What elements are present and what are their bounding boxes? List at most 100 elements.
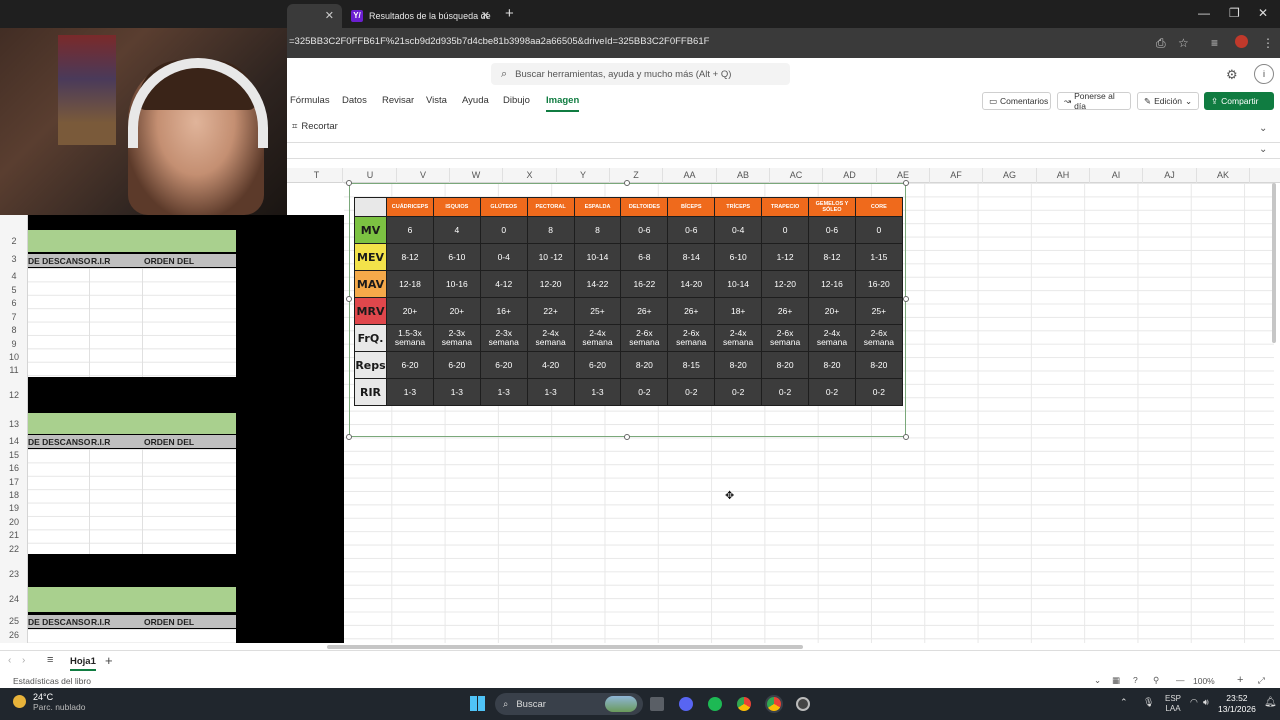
menu-ayuda[interactable]: Ayuda bbox=[462, 95, 489, 106]
editing-mode-button[interactable]: ✎ Edición ⌄ bbox=[1137, 92, 1199, 110]
settings-gear-icon[interactable]: ⚙ bbox=[1226, 67, 1238, 83]
notifications-icon[interactable]: 🔔︎ bbox=[1264, 697, 1277, 709]
help-icon[interactable]: ? bbox=[1133, 675, 1138, 685]
browser-tab-search[interactable]: Y/ Resultados de la búsqueda de ✕ bbox=[343, 4, 498, 28]
row-header[interactable]: 6 bbox=[0, 298, 28, 308]
column-header[interactable]: AH bbox=[1037, 168, 1090, 183]
row-header[interactable]: 10 bbox=[0, 352, 28, 362]
menu-revisar[interactable]: Revisar bbox=[382, 95, 414, 106]
language-indicator[interactable]: ESP LAA bbox=[1165, 694, 1181, 714]
zoom-in-icon[interactable]: + bbox=[1237, 674, 1243, 686]
window-close-icon[interactable]: ✕ bbox=[1258, 6, 1268, 20]
vertical-scrollbar[interactable] bbox=[1272, 183, 1276, 343]
taskbar-search[interactable]: ⌕ Buscar bbox=[495, 693, 643, 715]
comments-button[interactable]: ▭ Comentarios bbox=[982, 92, 1051, 110]
volume-table-image[interactable]: CUÁDRICEPS ISQUIOS GLÚTEOS PECTORAL ESPALDA D… bbox=[354, 197, 903, 406]
resize-handle[interactable] bbox=[903, 434, 909, 440]
row-header[interactable]: 9 bbox=[0, 339, 28, 349]
menu-dibujo[interactable]: Dibujo bbox=[503, 95, 530, 106]
column-header[interactable]: AC bbox=[770, 168, 823, 183]
row-header[interactable]: 3 bbox=[0, 254, 28, 264]
all-sheets-icon[interactable]: ≡ bbox=[47, 654, 53, 666]
row-header[interactable]: 18 bbox=[0, 490, 28, 500]
column-header[interactable]: U bbox=[344, 168, 397, 183]
column-header[interactable]: AJ bbox=[1143, 168, 1197, 183]
resize-handle[interactable] bbox=[346, 296, 352, 302]
data-block[interactable] bbox=[28, 449, 236, 554]
excel-search-box[interactable]: ⌕ Buscar herramientas, ayuda y mucho más… bbox=[491, 63, 790, 85]
tray-chevron-icon[interactable]: ⌃ bbox=[1120, 697, 1128, 708]
media-control-icon[interactable]: ≡ bbox=[1211, 36, 1218, 50]
resize-handle[interactable] bbox=[903, 296, 909, 302]
row-header[interactable]: 2 bbox=[0, 236, 28, 246]
row-header[interactable]: 14 bbox=[0, 436, 28, 446]
column-header[interactable]: AK bbox=[1197, 168, 1250, 183]
column-header[interactable]: AI bbox=[1090, 168, 1143, 183]
column-header[interactable]: AG bbox=[983, 168, 1037, 183]
workbook-stats[interactable]: Estadísticas del libro bbox=[13, 676, 91, 686]
resize-handle[interactable] bbox=[346, 434, 352, 440]
taskbar-clock[interactable]: 23:52 13/1/2026 bbox=[1218, 693, 1256, 715]
share-button[interactable]: ⇪ Compartir bbox=[1204, 92, 1274, 110]
new-tab-icon[interactable]: + bbox=[505, 5, 514, 22]
column-header[interactable]: AF bbox=[930, 168, 983, 183]
sheet-tab-hoja1[interactable]: Hoja1 bbox=[70, 656, 96, 671]
close-tab-icon[interactable]: ✕ bbox=[481, 9, 490, 22]
resize-handle[interactable] bbox=[346, 180, 352, 186]
column-header[interactable]: V bbox=[397, 168, 450, 183]
discord-icon[interactable] bbox=[679, 697, 693, 711]
row-header[interactable]: 21 bbox=[0, 530, 28, 540]
volume-icon[interactable]: 🔊︎ bbox=[1203, 697, 1209, 708]
chevron-down-icon[interactable]: ⌄ bbox=[1094, 675, 1101, 686]
browser-tab-active[interactable]: ✕ bbox=[287, 4, 342, 28]
formula-bar[interactable] bbox=[287, 143, 1280, 159]
data-block[interactable] bbox=[28, 629, 236, 643]
column-header[interactable]: Y bbox=[557, 168, 610, 183]
menu-formulas[interactable]: Fórmulas bbox=[290, 95, 330, 106]
spotify-icon[interactable] bbox=[708, 697, 722, 711]
add-sheet-icon[interactable]: + bbox=[105, 653, 113, 668]
column-header[interactable]: W bbox=[450, 168, 503, 183]
windows-start-icon[interactable] bbox=[470, 696, 485, 711]
column-header[interactable]: X bbox=[503, 168, 557, 183]
page-view-icon[interactable]: ⚲ bbox=[1153, 675, 1159, 686]
normal-view-icon[interactable]: ▦ bbox=[1112, 675, 1120, 686]
url-text[interactable]: =325BB3C2F0FFB61F%21scb9d2d935b7d4cbe81b… bbox=[289, 36, 709, 47]
app-icon[interactable] bbox=[796, 697, 810, 711]
menu-imagen[interactable]: Imagen bbox=[546, 95, 580, 112]
browser-menu-icon[interactable]: ⋮ bbox=[1262, 36, 1274, 50]
menu-vista[interactable]: Vista bbox=[426, 95, 447, 106]
row-header[interactable]: 4 bbox=[0, 271, 28, 281]
formula-expand-icon[interactable]: ⌄ bbox=[1259, 144, 1267, 155]
column-header[interactable]: AB bbox=[717, 168, 770, 183]
row-header[interactable]: 16 bbox=[0, 463, 28, 473]
wifi-icon[interactable]: ◠ bbox=[1190, 697, 1198, 708]
row-header[interactable]: 23 bbox=[0, 569, 28, 579]
column-header[interactable]: Z bbox=[610, 168, 663, 183]
minimize-icon[interactable]: — bbox=[1198, 6, 1210, 20]
ribbon-expand-icon[interactable]: ⌄ bbox=[1259, 123, 1267, 134]
weather-widget[interactable]: 24°C Parc. nublado bbox=[33, 692, 85, 712]
row-header[interactable]: 17 bbox=[0, 477, 28, 487]
row-header[interactable]: 11 bbox=[0, 365, 28, 375]
row-header[interactable]: 22 bbox=[0, 544, 28, 554]
row-header[interactable]: 19 bbox=[0, 503, 28, 513]
data-block[interactable] bbox=[28, 268, 236, 377]
column-header[interactable]: T bbox=[291, 168, 343, 183]
chrome-active-icon[interactable] bbox=[767, 697, 781, 711]
menu-datos[interactable]: Datos bbox=[342, 95, 367, 106]
row-header[interactable]: 7 bbox=[0, 312, 28, 322]
account-avatar[interactable]: i bbox=[1254, 64, 1274, 84]
fullscreen-icon[interactable]: ⤢ bbox=[1258, 675, 1265, 686]
resize-handle[interactable] bbox=[624, 434, 630, 440]
row-header[interactable]: 26 bbox=[0, 630, 28, 640]
crop-button[interactable]: ⌗ Recortar bbox=[292, 121, 338, 132]
column-header[interactable]: AD bbox=[823, 168, 877, 183]
install-app-icon[interactable]: ⎙ bbox=[1156, 36, 1166, 51]
row-header[interactable]: 24 bbox=[0, 594, 28, 604]
row-header[interactable]: 12 bbox=[0, 390, 28, 400]
bookmark-star-icon[interactable]: ☆ bbox=[1178, 36, 1189, 50]
horizontal-scrollbar[interactable] bbox=[327, 645, 803, 649]
zoom-level[interactable]: 100% bbox=[1193, 676, 1215, 686]
row-header[interactable]: 8 bbox=[0, 325, 28, 335]
